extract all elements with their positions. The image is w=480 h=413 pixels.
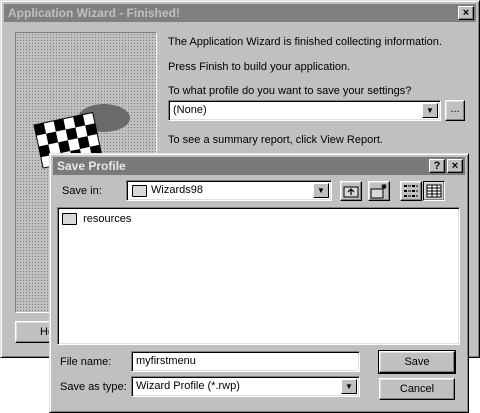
save-as-type-label: Save as type: (60, 381, 127, 393)
dialog-close-button[interactable]: × (447, 159, 463, 173)
cancel-button[interactable]: Cancel (379, 378, 455, 400)
save-in-value: Wizards98 (151, 184, 203, 196)
file-list[interactable]: resources (57, 207, 460, 345)
file-name-value: myfirstmenu (136, 355, 196, 367)
new-folder-icon (370, 184, 387, 199)
save-as-type-dropdown-button[interactable]: ▼ (341, 379, 357, 394)
profile-prompt-label: To what profile do you want to save your… (168, 85, 412, 97)
save-in-select[interactable]: Wizards98 ▼ (126, 180, 332, 201)
new-folder-button[interactable] (368, 181, 390, 201)
list-view-icon (404, 185, 418, 197)
folder-icon (62, 213, 77, 226)
up-folder-button[interactable] (340, 181, 362, 201)
details-view-icon (426, 184, 442, 198)
dialog-titlebar: Save Profile ? × (53, 157, 465, 175)
file-item-label: resources (83, 213, 132, 225)
file-name-label: File name: (60, 356, 112, 368)
profile-select[interactable]: (None) ▼ (168, 100, 441, 121)
save-profile-dialog: Save Profile ? × Save in: Wizards98 ▼ re… (49, 153, 469, 413)
dialog-help-button[interactable]: ? (429, 159, 445, 173)
press-finish-message: Press Finish to build your application. (168, 61, 351, 73)
profile-select-value: (None) (173, 104, 207, 116)
dialog-title: Save Profile (57, 159, 126, 173)
file-name-input[interactable]: myfirstmenu (131, 351, 360, 372)
wizard-close-button[interactable]: × (458, 6, 474, 20)
profile-dropdown-button[interactable]: ▼ (422, 103, 438, 118)
save-in-label: Save in: (62, 185, 102, 197)
finished-message: The Application Wizard is finished colle… (168, 36, 442, 48)
up-folder-icon (343, 186, 359, 198)
wizard-title: Application Wizard - Finished! (8, 6, 180, 20)
list-item[interactable]: resources (62, 213, 132, 226)
save-in-dropdown-button[interactable]: ▼ (313, 183, 329, 198)
browse-profile-button[interactable]: ... (445, 100, 465, 121)
folder-icon (132, 185, 147, 197)
list-view-button[interactable] (400, 181, 422, 201)
summary-report-message: To see a summary report, click View Repo… (168, 134, 383, 146)
save-as-type-value: Wizard Profile (*.rwp) (136, 380, 240, 392)
wizard-titlebar: Application Wizard - Finished! × (4, 4, 476, 22)
details-view-button[interactable] (423, 181, 445, 201)
save-button[interactable]: Save (378, 350, 456, 374)
save-as-type-select[interactable]: Wizard Profile (*.rwp) ▼ (131, 376, 360, 397)
